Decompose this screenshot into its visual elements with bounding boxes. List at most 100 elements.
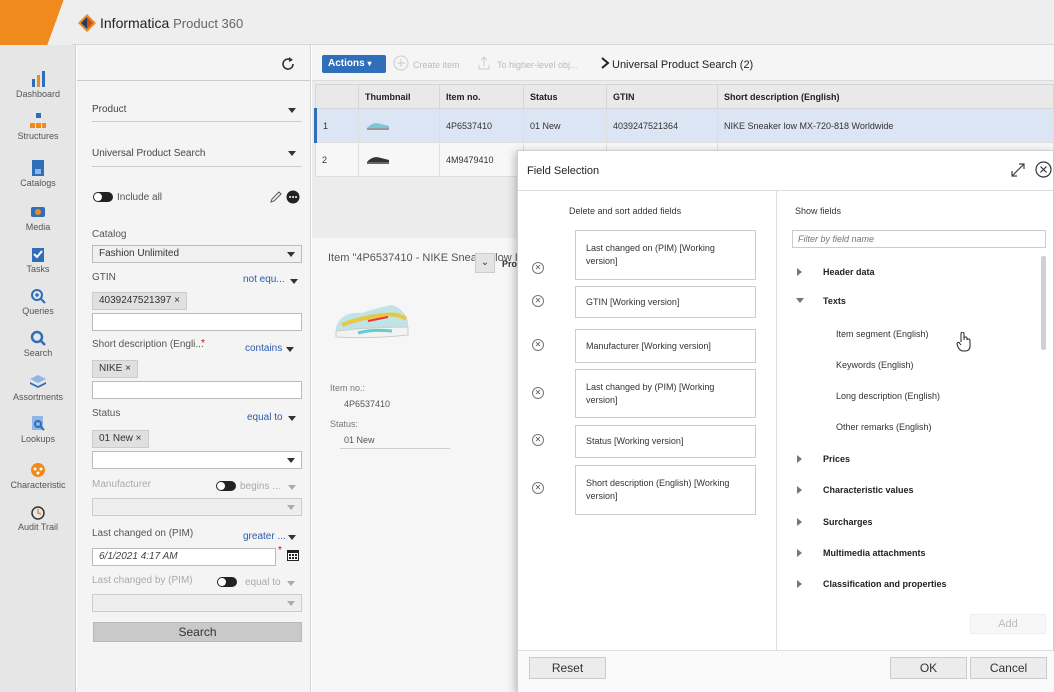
last-changed-by-input[interactable] — [92, 594, 302, 612]
upload-icon[interactable] — [476, 55, 492, 71]
field-option[interactable]: Item segment (English) — [836, 329, 929, 339]
remove-field-icon[interactable]: ✕ — [532, 262, 544, 274]
expand-arrow-icon[interactable] — [797, 486, 802, 494]
collapse-arrow-icon[interactable] — [796, 298, 804, 303]
nav-media[interactable]: Media — [0, 204, 76, 232]
gtin-operator[interactable]: not equ... — [243, 274, 285, 285]
filter-input[interactable] — [792, 230, 1046, 248]
expand-arrow-icon[interactable] — [797, 518, 802, 526]
expand-arrow-icon[interactable] — [797, 580, 802, 588]
add-circle-icon[interactable] — [393, 55, 409, 71]
field-group[interactable]: Classification and properties — [823, 579, 947, 589]
added-field[interactable]: Short description (English) [Working ver… — [575, 465, 756, 515]
nav-search[interactable]: Search — [0, 330, 76, 358]
status-input[interactable] — [92, 451, 302, 469]
actions-button[interactable]: Actions ▾ — [322, 55, 386, 73]
nav-tasks[interactable]: Tasks — [0, 246, 76, 274]
nav-label: Queries — [22, 306, 54, 316]
breadcrumb[interactable]: Universal Product Search (2) — [612, 59, 753, 71]
last-changed-value: 6/1/2021 4:17 AM — [99, 551, 178, 562]
chevron-down-icon[interactable] — [290, 279, 298, 284]
added-field[interactable]: Manufacturer [Working version] — [575, 329, 756, 363]
nav-dashboard[interactable]: Dashboard — [0, 71, 76, 99]
short-desc-input[interactable] — [92, 381, 302, 399]
dialog-title: Field Selection — [527, 165, 600, 177]
catalog-select[interactable]: Fashion Unlimited — [92, 245, 302, 263]
search-button[interactable]: Search — [93, 622, 302, 642]
chevron-down-icon[interactable] — [286, 347, 294, 352]
field-group[interactable]: Surcharges — [823, 517, 873, 527]
expand-icon[interactable] — [1010, 162, 1026, 178]
refresh-icon[interactable] — [281, 57, 295, 71]
nav-assortments[interactable]: Assortments — [0, 374, 76, 402]
cancel-button[interactable]: Cancel — [970, 657, 1047, 679]
nav-lookups[interactable]: Lookups — [0, 416, 76, 444]
status-operator[interactable]: equal to — [247, 412, 283, 423]
last-changed-operator[interactable]: greater ... — [243, 531, 286, 542]
nav-audit-trail[interactable]: Audit Trail — [0, 504, 76, 532]
manufacturer-input[interactable] — [92, 498, 302, 516]
nav-characteristic[interactable]: Characteristic — [0, 462, 76, 490]
added-field[interactable]: Last changed on (PIM) [Working version] — [575, 230, 756, 280]
field-group[interactable]: Texts — [823, 296, 846, 306]
field-option[interactable]: Keywords (English) — [836, 360, 914, 370]
column-header[interactable]: Status — [523, 84, 607, 109]
column-header[interactable]: GTIN — [606, 84, 718, 109]
added-field[interactable]: GTIN [Working version] — [575, 286, 756, 318]
column-header[interactable]: Item no. — [439, 84, 524, 109]
manufacturer-toggle[interactable] — [216, 481, 236, 491]
chevron-down-icon[interactable] — [288, 535, 296, 540]
table-row[interactable]: 1 4P6537410 01 New 4039247521364 NIKE Sn… — [314, 108, 1054, 143]
last-changed-by-label: Last changed by (PIM) — [92, 575, 193, 586]
scrollbar[interactable] — [1041, 256, 1046, 350]
ok-button[interactable]: OK — [890, 657, 967, 679]
thumbnail — [358, 142, 440, 177]
manufacturer-operator[interactable]: begins ... — [240, 481, 281, 492]
nav-catalogs[interactable]: Catalogs — [0, 160, 76, 188]
nav-queries[interactable]: Queries — [0, 288, 76, 316]
last-changed-by-operator[interactable]: equal to — [245, 577, 281, 588]
column-header[interactable]: Thumbnail — [358, 84, 440, 109]
expand-arrow-icon[interactable] — [797, 268, 802, 276]
field-group[interactable]: Multimedia attachments — [823, 548, 926, 558]
chevron-down-icon[interactable] — [288, 416, 296, 421]
added-field[interactable]: Last changed by (PIM) [Working version] — [575, 369, 756, 418]
chevron-down-icon[interactable]: ⌄ — [475, 253, 495, 273]
include-all-toggle[interactable] — [93, 192, 113, 202]
calendar-icon[interactable] — [286, 548, 300, 562]
field-group[interactable]: Prices — [823, 454, 850, 464]
entity-dropdown[interactable]: Product — [92, 94, 302, 122]
detail-tab[interactable]: Pro — [502, 259, 517, 269]
status-label: Status — [92, 408, 121, 419]
remove-field-icon[interactable]: ✕ — [532, 482, 544, 494]
required-marker: * — [278, 545, 282, 556]
to-higher-level-button[interactable]: To higher-level obj... — [497, 60, 578, 70]
gtin-chip[interactable]: 4039247521397 × — [92, 292, 187, 310]
nav-structures[interactable]: Structures — [0, 113, 76, 141]
short-desc-chip[interactable]: NIKE × — [92, 360, 138, 378]
expand-arrow-icon[interactable] — [797, 549, 802, 557]
remove-field-icon[interactable]: ✕ — [532, 434, 544, 446]
status-chip[interactable]: 01 New × — [92, 430, 149, 448]
reset-button[interactable]: Reset — [529, 657, 606, 679]
field-group[interactable]: Characteristic values — [823, 485, 914, 495]
add-button[interactable]: Add — [970, 614, 1046, 634]
remove-field-icon[interactable]: ✕ — [532, 339, 544, 351]
remove-field-icon[interactable]: ✕ — [532, 387, 544, 399]
close-icon[interactable] — [1035, 161, 1052, 178]
remove-field-icon[interactable]: ✕ — [532, 295, 544, 307]
added-field[interactable]: Status [Working version] — [575, 425, 756, 458]
saved-search-dropdown[interactable]: Universal Product Search — [92, 139, 302, 167]
last-changed-by-toggle[interactable] — [217, 577, 237, 587]
short-desc-operator[interactable]: contains — [245, 343, 282, 354]
pencil-icon[interactable] — [269, 190, 283, 204]
gtin-input[interactable] — [92, 313, 302, 331]
column-header[interactable]: Short description (English) — [717, 84, 1054, 109]
last-changed-input[interactable]: 6/1/2021 4:17 AM — [92, 548, 276, 566]
more-icon[interactable] — [286, 190, 300, 204]
field-option[interactable]: Other remarks (English) — [836, 422, 932, 432]
field-option[interactable]: Long description (English) — [836, 391, 940, 401]
create-item-button[interactable]: Create item — [413, 60, 460, 70]
field-group[interactable]: Header data — [823, 267, 875, 277]
expand-arrow-icon[interactable] — [797, 455, 802, 463]
